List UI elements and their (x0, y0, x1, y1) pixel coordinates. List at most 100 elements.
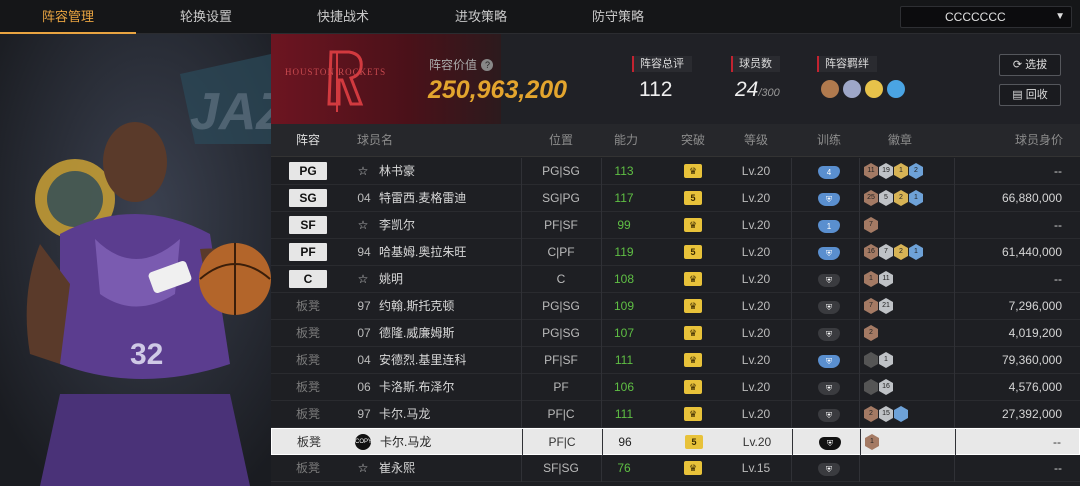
crown-icon: ♛ (684, 218, 702, 232)
breakthrough-cell[interactable]: 5 (682, 239, 704, 265)
player-level: Lv.15 (741, 461, 771, 475)
recycle-button[interactable]: ▤ 回收 (999, 84, 1061, 106)
table-row[interactable]: 板凳 COPY 卡尔.马龙 PF|C 96 5 Lv.20 ⛨ 1 -- (271, 428, 1080, 456)
training-cell[interactable]: ⛨ (816, 293, 842, 319)
user-dropdown[interactable]: CCCCCCC ▼ (900, 6, 1072, 28)
training-cell[interactable]: ⛨ (816, 239, 842, 265)
tab-offense[interactable]: 进攻策略 (410, 0, 552, 34)
player-name[interactable]: 哈基姆.奥拉朱旺 (379, 239, 466, 265)
players-count-label: 球员数 (731, 56, 780, 72)
player-name[interactable]: 林书豪 (379, 158, 415, 184)
help-icon[interactable]: ? (481, 58, 494, 71)
breakthrough-cell[interactable]: ♛ (682, 455, 704, 481)
synergy-icon[interactable] (865, 80, 883, 98)
player-level: Lv.20 (742, 435, 772, 449)
synergy-icon[interactable] (843, 80, 861, 98)
badges-cell[interactable]: 16 7 2 1 (864, 239, 924, 265)
table-row[interactable]: SF ☆ 李凯尔 PF|SF 99 ♛ Lv.20 1 7 -- (271, 212, 1080, 239)
col-ability[interactable]: 能力 (601, 124, 651, 157)
crown-icon: 5 (685, 435, 703, 449)
tab-defense[interactable]: 防守策略 (552, 0, 684, 34)
player-portrait-panel: JAZZ 32 (0, 34, 271, 486)
col-level[interactable]: 等级 (731, 124, 781, 157)
badge-icon: 1 (864, 271, 878, 287)
table-row[interactable]: 板凳 06 卡洛斯.布泽尔 PF 106 ♛ Lv.20 ⛨ 16 4,576,000 (271, 374, 1080, 401)
training-cell[interactable]: ⛨ (816, 266, 842, 292)
col-value[interactable]: 球员身价 (991, 124, 1063, 157)
pick-button[interactable]: ⟳ 选拔 (999, 54, 1061, 76)
table-row[interactable]: SG 04 特雷西.麦格雷迪 SG|PG 117 5 Lv.20 ⛨ 25 5 2 1 66,880,0… (271, 185, 1080, 212)
player-name[interactable]: 李凯尔 (379, 212, 415, 238)
badges-cell[interactable]: 16 (864, 374, 894, 400)
table-row[interactable]: 板凳 97 约翰.斯托克顿 PG|SG 109 ♛ Lv.20 ⛨ 7 21 7,296,000 (271, 293, 1080, 320)
slot-label: C (289, 270, 327, 288)
col-breakthrough[interactable]: 突破 (668, 124, 718, 157)
training-cell[interactable]: ⛨ (816, 185, 842, 211)
table-row[interactable]: C ☆ 姚明 C 108 ♛ Lv.20 ⛨ 1 11 -- (271, 266, 1080, 293)
col-badges[interactable]: 徽章 (875, 124, 925, 157)
table-row[interactable]: 板凳 07 德隆.威廉姆斯 PG|SG 107 ♛ Lv.20 ⛨ 2 4,019,200 (271, 320, 1080, 347)
training-cell[interactable]: 4 (816, 158, 842, 184)
col-slot[interactable]: 阵容 (289, 124, 327, 157)
player-value: -- (1054, 461, 1062, 475)
chevron-down-icon: ▼ (1055, 11, 1065, 22)
jersey-logo-text: JAZZ (190, 83, 271, 141)
player-name[interactable]: 卡尔.马龙 (380, 429, 431, 455)
training-cell[interactable]: ⛨ (816, 320, 842, 346)
breakthrough-cell[interactable]: ♛ (682, 347, 704, 373)
table-row[interactable]: 板凳 97 卡尔.马龙 PF|C 111 ♛ Lv.20 ⛨ 2 15 27,392,000 (271, 401, 1080, 428)
breakthrough-cell[interactable]: ♛ (682, 401, 704, 427)
training-cell[interactable]: 1 (816, 212, 842, 238)
breakthrough-cell[interactable]: ♛ (682, 293, 704, 319)
badge-icon: 1 (909, 244, 923, 260)
tab-lineup[interactable]: 阵容管理 (0, 0, 136, 34)
table-row[interactable]: 板凳 04 安德烈.基里连科 PF|SF 111 ♛ Lv.20 ⛨ 1 79,360,000 (271, 347, 1080, 374)
synergy-icon[interactable] (887, 80, 905, 98)
roster-table: 阵容 球员名 位置 能力 突破 等级 训练 徽章 球员身价 PG ☆ 林书豪 PG|S… (271, 124, 1080, 486)
tab-rotation[interactable]: 轮换设置 (136, 0, 276, 34)
badges-cell[interactable]: 1 (864, 347, 894, 373)
divider (954, 185, 955, 212)
lineup-value: 250,963,200 (428, 76, 568, 104)
badges-cell[interactable]: 1 11 (864, 266, 894, 292)
badges-cell[interactable]: 7 21 (864, 293, 894, 319)
training-cell[interactable]: ⛨ (817, 429, 843, 455)
badges-cell[interactable]: 2 15 (864, 401, 909, 427)
badges-cell[interactable]: 7 (864, 212, 879, 238)
player-value: 66,880,000 (1001, 191, 1062, 205)
badges-cell[interactable]: 11 19 1 2 (864, 158, 924, 184)
training-cell[interactable]: ⛨ (816, 347, 842, 373)
player-name[interactable]: 崔永熙 (379, 455, 415, 481)
breakthrough-cell[interactable]: ♛ (682, 374, 704, 400)
col-name[interactable]: 球员名 (355, 124, 395, 157)
player-name[interactable]: 卡尔.马龙 (379, 401, 430, 427)
player-name[interactable]: 安德烈.基里连科 (379, 347, 466, 373)
breakthrough-cell[interactable]: ♛ (682, 212, 704, 238)
player-name[interactable]: 德隆.威廉姆斯 (379, 320, 454, 346)
col-position[interactable]: 位置 (536, 124, 586, 157)
training-cell[interactable]: ⛨ (816, 374, 842, 400)
divider (859, 239, 860, 266)
player-ability: 96 (618, 435, 632, 449)
training-cell[interactable]: ⛨ (816, 401, 842, 427)
badges-cell[interactable]: 25 5 2 1 (864, 185, 924, 211)
breakthrough-cell[interactable]: ♛ (682, 158, 704, 184)
breakthrough-cell[interactable]: ♛ (682, 266, 704, 292)
player-name[interactable]: 约翰.斯托克顿 (379, 293, 454, 319)
tab-quick-tactics[interactable]: 快捷战术 (276, 0, 410, 34)
breakthrough-cell[interactable]: 5 (682, 185, 704, 211)
player-name[interactable]: 特雷西.麦格雷迪 (379, 185, 466, 211)
player-name[interactable]: 姚明 (379, 266, 403, 292)
synergy-label: 阵容羁绊 (817, 56, 877, 72)
table-row[interactable]: PF 94 哈基姆.奥拉朱旺 C|PF 119 5 Lv.20 ⛨ 16 7 2 1 61,440,00… (271, 239, 1080, 266)
badges-cell[interactable]: 2 (864, 320, 879, 346)
table-row[interactable]: 板凳 ☆ 崔永熙 SF|SG 76 ♛ Lv.15 ⛨ -- (271, 455, 1080, 482)
player-name[interactable]: 卡洛斯.布泽尔 (379, 374, 454, 400)
synergy-icon[interactable] (821, 80, 839, 98)
training-cell[interactable]: ⛨ (816, 455, 842, 481)
badges-cell[interactable]: 1 (865, 429, 880, 455)
table-row[interactable]: PG ☆ 林书豪 PG|SG 113 ♛ Lv.20 4 11 19 1 2 -- (271, 158, 1080, 185)
col-training[interactable]: 训练 (804, 124, 854, 157)
breakthrough-cell[interactable]: 5 (683, 429, 705, 455)
breakthrough-cell[interactable]: ♛ (682, 320, 704, 346)
